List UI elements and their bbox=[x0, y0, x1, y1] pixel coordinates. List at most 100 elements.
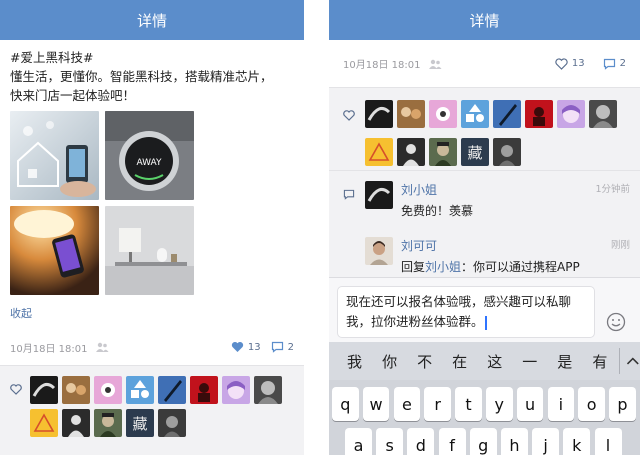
avatar[interactable] bbox=[429, 100, 457, 128]
comment-button[interactable]: 2 bbox=[603, 58, 626, 70]
key-row-2: a s d f g h j k l bbox=[329, 428, 640, 455]
key[interactable]: a bbox=[345, 428, 372, 455]
heart-filled-icon bbox=[231, 341, 244, 352]
key[interactable]: t bbox=[455, 387, 482, 421]
avatar[interactable] bbox=[397, 100, 425, 128]
avatar[interactable] bbox=[589, 100, 617, 128]
visibility-people-icon bbox=[429, 59, 442, 69]
candidate-divider bbox=[619, 348, 621, 374]
comment-text: 回复刘小姐：你可以通过携程APP bbox=[401, 258, 580, 275]
thermostat-image[interactable]: AWAY bbox=[105, 111, 194, 200]
candidate-word[interactable]: 你 bbox=[372, 351, 407, 372]
commenter-name[interactable]: 刘小姐 bbox=[401, 181, 473, 198]
right-phone-screen: 详情 10月18日 18:01 13 2 藏 刘小姐 免费的！羡慕 1分钟前 刘… bbox=[329, 0, 640, 455]
avatar[interactable] bbox=[30, 409, 58, 437]
input-line-1: 现在还可以报名体验哦，感兴趣可以私聊 bbox=[346, 294, 572, 309]
key[interactable]: o bbox=[578, 387, 605, 421]
like-button[interactable]: 13 bbox=[231, 341, 261, 353]
avatar[interactable] bbox=[493, 137, 521, 166]
page-title: 详情 bbox=[469, 11, 500, 30]
key[interactable]: r bbox=[424, 387, 451, 421]
post-hashtag[interactable]: #爱上黑科技# bbox=[10, 48, 294, 67]
comment-input-bar: 现在还可以报名体验哦，感兴趣可以私聊 我，拉你进粉丝体验群。 bbox=[329, 277, 640, 342]
key[interactable]: u bbox=[516, 387, 544, 421]
key[interactable]: y bbox=[485, 387, 513, 421]
avatar[interactable] bbox=[365, 100, 393, 128]
reply-to-name[interactable]: 刘小姐 bbox=[425, 260, 461, 274]
avatar[interactable] bbox=[94, 409, 122, 437]
key[interactable]: h bbox=[500, 428, 528, 455]
avatar[interactable] bbox=[365, 137, 393, 166]
key[interactable]: f bbox=[438, 428, 466, 455]
avatar[interactable] bbox=[222, 376, 250, 404]
comment-bubble-icon bbox=[271, 341, 283, 353]
liked-users-section: 藏 bbox=[0, 366, 304, 437]
like-button[interactable]: 13 bbox=[555, 57, 585, 70]
heart-outline-icon bbox=[10, 384, 22, 395]
key[interactable]: k bbox=[563, 428, 591, 455]
avatar[interactable] bbox=[190, 376, 218, 404]
key[interactable]: p bbox=[609, 387, 636, 421]
avatar[interactable] bbox=[158, 409, 186, 437]
key[interactable]: j bbox=[532, 428, 560, 455]
candidate-word[interactable]: 是 bbox=[547, 351, 582, 372]
chevron-up-icon[interactable] bbox=[626, 356, 640, 366]
avatar[interactable] bbox=[62, 376, 90, 404]
key[interactable]: s bbox=[376, 428, 404, 455]
candidate-word[interactable]: 有 bbox=[582, 351, 617, 372]
post-text: #爱上黑科技# 懂生活，更懂你。智能黑科技，搭载精准芯片， 快来门店一起体验吧！ bbox=[10, 48, 294, 105]
smart-home-image[interactable] bbox=[10, 111, 99, 200]
key[interactable]: i bbox=[547, 387, 575, 421]
comment-item[interactable]: 刘小姐 免费的！羡慕 1分钟前 bbox=[343, 181, 630, 237]
emoji-icon[interactable] bbox=[606, 312, 626, 332]
avatar[interactable] bbox=[62, 409, 90, 437]
candidate-bar: 我 你 不 在 这 一 是 有 bbox=[329, 342, 640, 380]
collapse-link[interactable]: 收起 bbox=[10, 305, 32, 321]
candidate-word[interactable]: 在 bbox=[442, 351, 477, 372]
avatar[interactable]: 藏 bbox=[461, 137, 489, 166]
key[interactable]: d bbox=[407, 428, 435, 455]
liked-avatars: 藏 bbox=[30, 376, 282, 437]
avatar[interactable] bbox=[525, 100, 553, 128]
comment-count: 2 bbox=[287, 341, 294, 353]
heart-outline-icon bbox=[343, 110, 355, 121]
comment-bubble-icon bbox=[343, 189, 355, 200]
smart-lamp-image[interactable] bbox=[10, 206, 99, 295]
liked-avatars: 藏 bbox=[365, 100, 617, 170]
commenter-name[interactable]: 刘可可 bbox=[401, 237, 580, 254]
svg-text:AWAY: AWAY bbox=[136, 158, 162, 168]
avatar[interactable] bbox=[397, 137, 425, 166]
key[interactable]: q bbox=[332, 387, 359, 421]
avatar[interactable] bbox=[429, 137, 457, 166]
post-meta-bar: 10月18日 18:01 13 2 bbox=[10, 337, 294, 357]
post-line: 懂生活，更懂你。智能黑科技，搭载精准芯片， bbox=[10, 69, 273, 84]
avatar[interactable] bbox=[493, 100, 521, 128]
avatar[interactable] bbox=[365, 181, 393, 209]
candidate-word[interactable]: 这 bbox=[477, 351, 512, 372]
comment-button[interactable]: 2 bbox=[271, 341, 294, 353]
smart-speaker-room-image[interactable] bbox=[105, 206, 194, 295]
candidate-word[interactable]: 不 bbox=[407, 351, 442, 372]
candidate-word[interactable]: 一 bbox=[512, 351, 547, 372]
avatar[interactable] bbox=[30, 376, 58, 404]
avatar[interactable] bbox=[557, 100, 585, 128]
comment-input[interactable]: 现在还可以报名体验哦，感兴趣可以私聊 我，拉你进粉丝体验群。 bbox=[337, 286, 595, 338]
avatar[interactable] bbox=[126, 376, 154, 404]
heart-outline-icon bbox=[555, 57, 568, 70]
comment-bubble-icon bbox=[603, 58, 615, 70]
avatar[interactable] bbox=[461, 100, 489, 128]
avatar[interactable]: 藏 bbox=[126, 409, 154, 437]
comment-list: 刘小姐 免费的！羡慕 1分钟前 刘可可 回复刘小姐：你可以通过携程APP 刚刚 bbox=[329, 170, 640, 293]
ime-keyboard: 我 你 不 在 这 一 是 有 q w e r t y u i o p a s … bbox=[329, 342, 640, 455]
key[interactable]: w bbox=[362, 387, 390, 421]
key[interactable]: l bbox=[594, 428, 622, 455]
avatar[interactable] bbox=[94, 376, 122, 404]
avatar[interactable] bbox=[365, 237, 393, 265]
avatar[interactable] bbox=[254, 376, 282, 404]
key[interactable]: g bbox=[469, 428, 497, 455]
key[interactable]: e bbox=[393, 387, 421, 421]
comment-time: 1分钟前 bbox=[595, 184, 630, 195]
candidate-word[interactable]: 我 bbox=[337, 351, 372, 372]
input-line-2: 我，拉你进粉丝体验群。 bbox=[346, 314, 484, 329]
avatar[interactable] bbox=[158, 376, 186, 404]
